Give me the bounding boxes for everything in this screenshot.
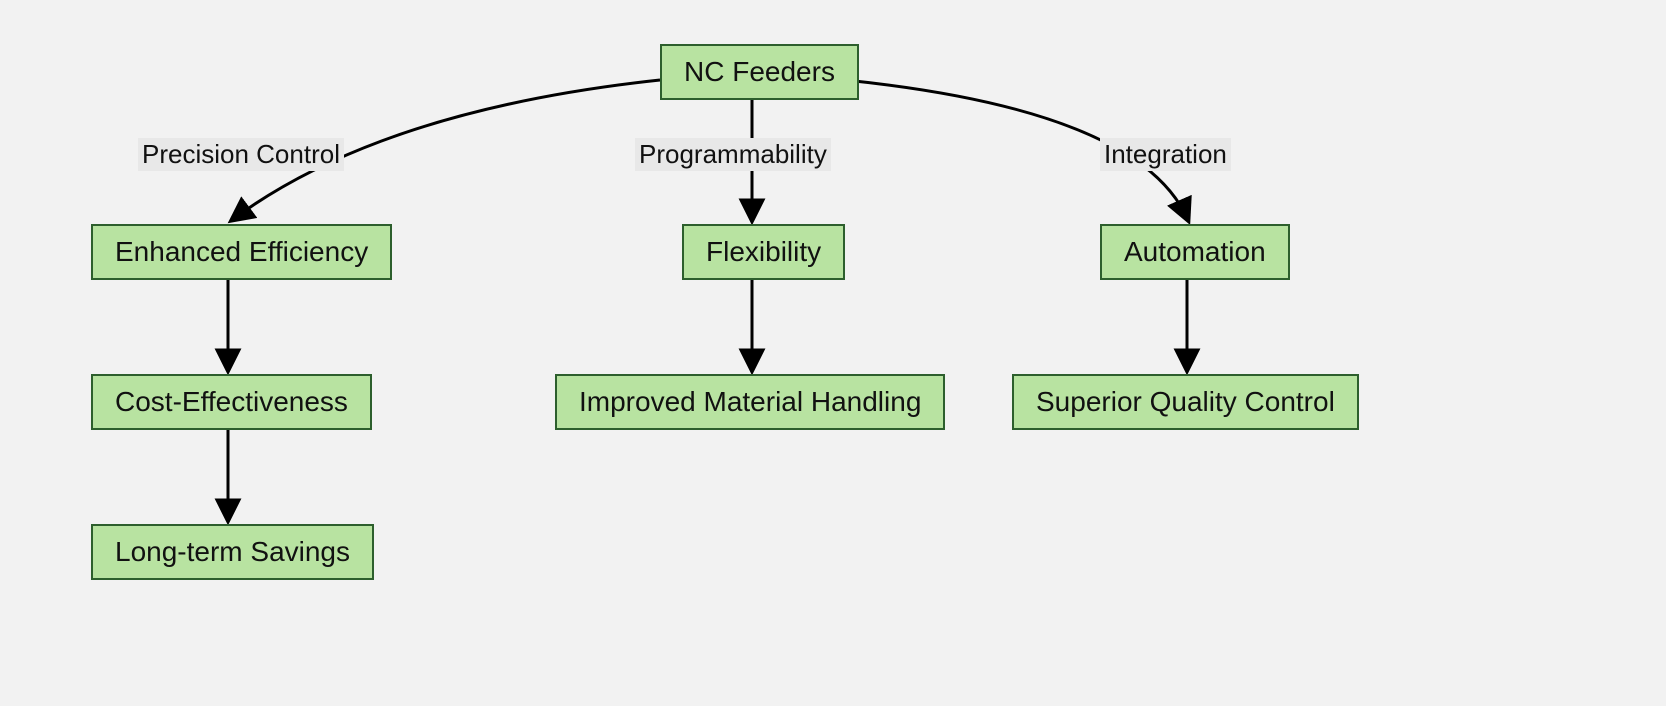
node-superior-quality-control: Superior Quality Control [1012,374,1359,430]
edge-label-integration: Integration [1100,138,1231,171]
node-cost-effectiveness: Cost-Effectiveness [91,374,372,430]
node-enhanced-efficiency: Enhanced Efficiency [91,224,392,280]
edge-label-precision: Precision Control [138,138,344,171]
diagram-edges [0,0,1666,706]
node-long-term-savings: Long-term Savings [91,524,374,580]
node-flexibility: Flexibility [682,224,845,280]
node-automation: Automation [1100,224,1290,280]
edge-label-programmability: Programmability [635,138,831,171]
node-root: NC Feeders [660,44,859,100]
node-improved-material-handling: Improved Material Handling [555,374,945,430]
